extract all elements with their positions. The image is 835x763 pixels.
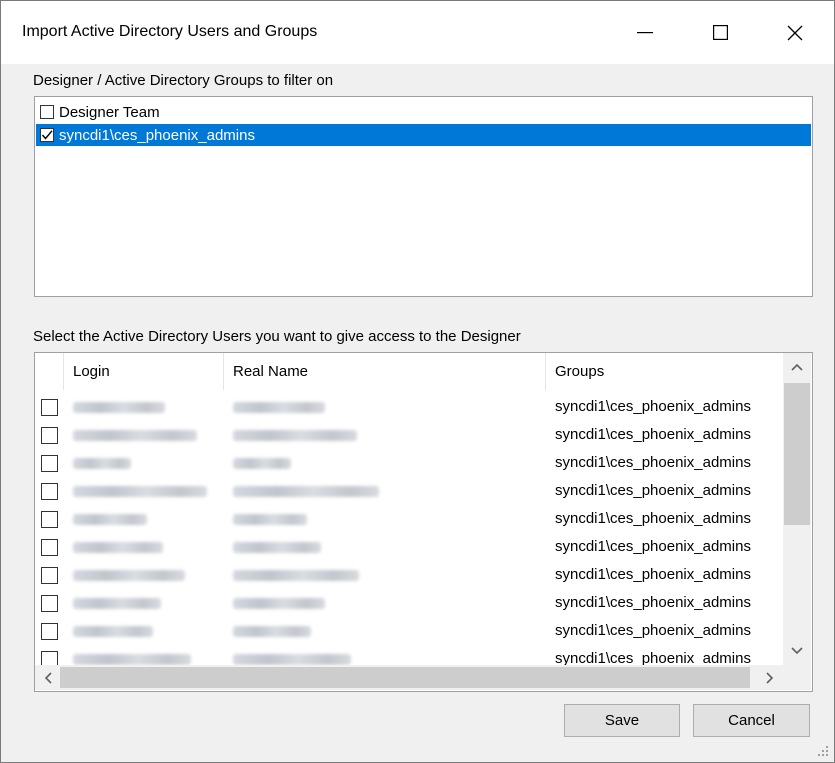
users-grid[interactable]: Login Real Name Groups syncdi1\ces_phoen… bbox=[34, 352, 813, 692]
redacted-login bbox=[73, 654, 191, 665]
table-row[interactable]: syncdi1\ces_phoenix_admins bbox=[35, 449, 783, 477]
import-ad-dialog: Import Active Directory Users and Groups… bbox=[0, 0, 835, 763]
scroll-up-button[interactable] bbox=[783, 353, 811, 381]
redacted-login bbox=[73, 514, 147, 525]
chevron-down-icon bbox=[791, 647, 803, 655]
minimize-icon bbox=[637, 31, 653, 33]
user-checkbox[interactable] bbox=[41, 399, 58, 416]
chevron-left-icon bbox=[44, 671, 52, 684]
group-checkbox[interactable] bbox=[40, 128, 54, 142]
redacted-real-name bbox=[233, 402, 325, 413]
redacted-login bbox=[73, 458, 131, 469]
redacted-real-name bbox=[233, 570, 359, 581]
vertical-scroll-thumb[interactable] bbox=[784, 383, 810, 525]
column-separator bbox=[223, 353, 224, 390]
column-header-login[interactable]: Login bbox=[73, 353, 110, 390]
column-separator bbox=[63, 353, 64, 390]
minimize-button[interactable] bbox=[614, 1, 676, 64]
redacted-real-name bbox=[233, 626, 311, 637]
redacted-real-name bbox=[233, 486, 379, 497]
redacted-login bbox=[73, 570, 185, 581]
table-row[interactable]: syncdi1\ces_phoenix_admins bbox=[35, 589, 783, 617]
groups-checklist[interactable]: Designer Team syncdi1\ces_phoenix_admins bbox=[34, 96, 813, 297]
group-checkbox[interactable] bbox=[40, 105, 54, 119]
group-item-ces-phoenix-admins[interactable]: syncdi1\ces_phoenix_admins bbox=[36, 124, 811, 146]
table-row[interactable]: syncdi1\ces_phoenix_admins bbox=[35, 505, 783, 533]
close-button[interactable] bbox=[764, 1, 826, 64]
user-checkbox[interactable] bbox=[41, 427, 58, 444]
user-checkbox[interactable] bbox=[41, 567, 58, 584]
resize-grip-icon[interactable] bbox=[813, 741, 831, 759]
user-checkbox[interactable] bbox=[41, 595, 58, 612]
user-checkbox[interactable] bbox=[41, 539, 58, 556]
redacted-real-name bbox=[233, 458, 291, 469]
cancel-button[interactable]: Cancel bbox=[693, 704, 810, 737]
table-row[interactable]: syncdi1\ces_phoenix_admins bbox=[35, 561, 783, 589]
table-row[interactable]: syncdi1\ces_phoenix_admins bbox=[35, 533, 783, 561]
horizontal-scrollbar[interactable] bbox=[35, 665, 783, 690]
user-group: syncdi1\ces_phoenix_admins bbox=[555, 454, 751, 471]
user-checkbox[interactable] bbox=[41, 455, 58, 472]
redacted-real-name bbox=[233, 542, 321, 553]
chevron-up-icon bbox=[791, 363, 803, 371]
redacted-login bbox=[73, 598, 161, 609]
chevron-right-icon bbox=[765, 671, 773, 684]
scroll-down-button[interactable] bbox=[783, 637, 811, 665]
user-group: syncdi1\ces_phoenix_admins bbox=[555, 622, 751, 639]
title-bar[interactable]: Import Active Directory Users and Groups bbox=[1, 1, 834, 64]
user-group: syncdi1\ces_phoenix_admins bbox=[555, 482, 751, 499]
redacted-real-name bbox=[233, 598, 325, 609]
maximize-icon bbox=[712, 25, 728, 40]
close-icon bbox=[787, 25, 803, 40]
redacted-real-name bbox=[233, 514, 307, 525]
redacted-login bbox=[73, 402, 165, 413]
users-select-label: Select the Active Directory Users you wa… bbox=[33, 328, 521, 345]
window-title: Import Active Directory Users and Groups bbox=[22, 23, 318, 40]
redacted-login bbox=[73, 626, 153, 637]
column-header-groups[interactable]: Groups bbox=[555, 353, 604, 390]
redacted-login bbox=[73, 542, 163, 553]
user-checkbox[interactable] bbox=[41, 623, 58, 640]
table-row[interactable]: syncdi1\ces_phoenix_admins bbox=[35, 393, 783, 421]
maximize-button[interactable] bbox=[689, 1, 751, 64]
user-group: syncdi1\ces_phoenix_admins bbox=[555, 398, 751, 415]
table-row[interactable]: syncdi1\ces_phoenix_admins bbox=[35, 617, 783, 645]
group-item-label: syncdi1\ces_phoenix_admins bbox=[59, 126, 255, 144]
table-row[interactable]: syncdi1\ces_phoenix_admins bbox=[35, 421, 783, 449]
user-group: syncdi1\ces_phoenix_admins bbox=[555, 538, 751, 555]
redacted-login bbox=[73, 430, 197, 441]
redacted-real-name bbox=[233, 654, 351, 665]
group-item-label: Designer Team bbox=[59, 103, 160, 121]
user-group: syncdi1\ces_phoenix_admins bbox=[555, 510, 751, 527]
horizontal-scroll-thumb[interactable] bbox=[60, 667, 750, 688]
scrollbar-corner bbox=[783, 665, 811, 690]
grid-header: Login Real Name Groups bbox=[35, 353, 783, 390]
check-icon bbox=[41, 130, 53, 140]
column-header-real-name[interactable]: Real Name bbox=[233, 353, 308, 390]
groups-filter-label: Designer / Active Directory Groups to fi… bbox=[33, 72, 334, 89]
save-button[interactable]: Save bbox=[564, 704, 680, 737]
redacted-real-name bbox=[233, 430, 357, 441]
table-row[interactable]: syncdi1\ces_phoenix_admins bbox=[35, 477, 783, 505]
user-checkbox[interactable] bbox=[41, 511, 58, 528]
vertical-scrollbar[interactable] bbox=[783, 353, 811, 665]
scroll-left-button[interactable] bbox=[35, 665, 60, 690]
column-separator bbox=[545, 353, 546, 390]
user-group: syncdi1\ces_phoenix_admins bbox=[555, 566, 751, 583]
group-item-designer-team[interactable]: Designer Team bbox=[36, 101, 811, 123]
redacted-login bbox=[73, 486, 207, 497]
scroll-right-button[interactable] bbox=[757, 665, 782, 690]
user-group: syncdi1\ces_phoenix_admins bbox=[555, 594, 751, 611]
user-checkbox[interactable] bbox=[41, 483, 58, 500]
user-group: syncdi1\ces_phoenix_admins bbox=[555, 426, 751, 443]
